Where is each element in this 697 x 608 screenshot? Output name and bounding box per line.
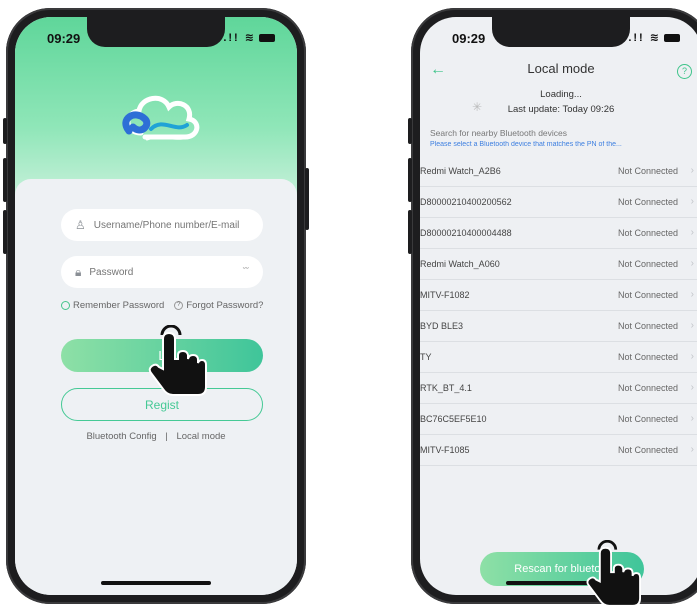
- chevron-right-icon: ›: [690, 196, 694, 207]
- phone-login: 09:29 ..!! ≋ ♙ 🔒︎ ˘˘ Remember Password ?…: [3, 8, 309, 604]
- eye-closed-icon[interactable]: ˘˘: [243, 266, 249, 276]
- forgot-password-link[interactable]: ? Forgot Password?: [174, 300, 263, 311]
- list-item[interactable]: BYD BLE3 Not Connected ›: [420, 311, 697, 342]
- volume-up-button: [3, 158, 7, 202]
- list-item[interactable]: RTK_BT_4.1 Not Connected ›: [420, 373, 697, 404]
- device-name: MITV-F1085: [420, 445, 470, 455]
- tap-hand-icon: [586, 540, 641, 607]
- device-name: BYD BLE3: [420, 321, 464, 331]
- volume-down-button: [3, 210, 7, 254]
- username-input[interactable]: [91, 218, 246, 232]
- wifi-icon: ≋: [244, 32, 256, 44]
- device-list: Redmi Watch_A2B6 Not Connected › D80000210…: [420, 156, 697, 466]
- device-status: Not Connected: [617, 321, 678, 331]
- select-hint: Please select a Bluetooth device that ma…: [430, 141, 622, 148]
- back-arrow-icon[interactable]: ←: [430, 61, 446, 79]
- list-item[interactable]: D80000210400200562 Not Connected ›: [420, 187, 697, 218]
- loading-text: Loading...: [540, 89, 582, 100]
- bottom-links: Bluetooth Config | Local mode: [15, 431, 297, 442]
- chevron-right-icon: ›: [690, 351, 694, 362]
- chevron-right-icon: ›: [690, 413, 694, 424]
- device-status: Not Connected: [617, 197, 678, 207]
- local-mode-link[interactable]: Local mode: [176, 431, 225, 442]
- list-item[interactable]: TY Not Connected ›: [420, 342, 697, 373]
- search-hint: Search for nearby Bluetooth devices: [430, 128, 568, 138]
- login-options: Remember Password ? Forgot Password?: [61, 300, 281, 311]
- list-item[interactable]: BC76C5EF5E10 Not Connected ›: [420, 404, 697, 435]
- username-field[interactable]: ♙: [61, 209, 263, 241]
- home-indicator: [101, 581, 211, 585]
- device-status: Not Connected: [617, 228, 678, 238]
- battery-icon: [259, 34, 275, 43]
- password-field[interactable]: 🔒︎ ˘˘: [61, 256, 263, 288]
- list-item[interactable]: MITV-F1085 Not Connected ›: [420, 435, 697, 466]
- mute-switch: [3, 118, 7, 144]
- question-icon: ?: [174, 300, 184, 310]
- device-name: TY: [420, 352, 432, 362]
- device-name: RTK_BT_4.1: [420, 383, 472, 393]
- radio-icon: [61, 300, 70, 310]
- device-status: Not Connected: [617, 352, 678, 362]
- mute-switch: [408, 118, 412, 144]
- password-input[interactable]: [87, 265, 242, 279]
- device-name: D80000210400200562: [420, 197, 512, 207]
- list-item[interactable]: Redmi Watch_A2B6 Not Connected ›: [420, 156, 697, 187]
- chevron-right-icon: ›: [690, 289, 694, 300]
- device-name: MITV-F1082: [420, 290, 470, 300]
- chevron-right-icon: ›: [690, 227, 694, 238]
- volume-up-button: [408, 158, 412, 202]
- device-status: Not Connected: [617, 259, 678, 269]
- last-update-text: Last update: Today 09:26: [507, 104, 615, 115]
- list-item[interactable]: MITV-F1082 Not Connected ›: [420, 280, 697, 311]
- device-status: Not Connected: [617, 445, 678, 455]
- help-icon[interactable]: ?: [677, 64, 692, 79]
- list-item[interactable]: D80000210400004488 Not Connected ›: [420, 218, 697, 249]
- list-item[interactable]: Redmi Watch_A060 Not Connected ›: [420, 249, 697, 280]
- bluetooth-config-link[interactable]: Bluetooth Config: [86, 431, 156, 442]
- tap-hand-icon: [148, 325, 207, 396]
- device-name: D80000210400004488: [420, 228, 512, 238]
- status-time: 09:29: [47, 31, 81, 46]
- notch: [492, 17, 630, 47]
- chevron-right-icon: ›: [690, 258, 694, 269]
- wifi-icon: ≋: [649, 32, 661, 44]
- links-separator: |: [165, 431, 168, 442]
- user-icon: ♙: [75, 218, 86, 232]
- notch: [87, 17, 225, 47]
- chevron-right-icon: ›: [690, 382, 694, 393]
- chevron-right-icon: ›: [690, 444, 694, 455]
- device-name: Redmi Watch_A2B6: [420, 166, 501, 176]
- battery-icon: [664, 34, 680, 43]
- status-icons: ..!! ≋: [218, 31, 275, 44]
- remember-password-label: Remember Password: [73, 300, 165, 311]
- power-button: [305, 168, 309, 230]
- login-screen: 09:29 ..!! ≋ ♙ 🔒︎ ˘˘ Remember Password ?…: [15, 17, 297, 595]
- device-status: Not Connected: [617, 166, 678, 176]
- device-name: Redmi Watch_A060: [420, 259, 500, 269]
- remember-password-toggle[interactable]: Remember Password: [61, 300, 164, 311]
- forgot-password-label: Forgot Password?: [186, 300, 264, 311]
- cloud-logo-icon: [122, 95, 200, 141]
- device-name: BC76C5EF5E10: [420, 414, 487, 424]
- phone-local-mode: 09:29 ..!! ≋ ← Local mode ? ✳ Loading...…: [408, 8, 697, 604]
- device-status: Not Connected: [617, 414, 678, 424]
- chevron-right-icon: ›: [690, 320, 694, 331]
- local-mode-screen: 09:29 ..!! ≋ ← Local mode ? ✳ Loading...…: [420, 17, 697, 595]
- device-status: Not Connected: [617, 383, 678, 393]
- volume-down-button: [408, 210, 412, 254]
- page-title: Local mode: [527, 61, 595, 76]
- status-icons: ..!! ≋: [623, 31, 680, 44]
- lock-icon: 🔒︎: [75, 264, 82, 279]
- status-time: 09:29: [452, 31, 486, 46]
- device-status: Not Connected: [617, 290, 678, 300]
- chevron-right-icon: ›: [690, 165, 694, 176]
